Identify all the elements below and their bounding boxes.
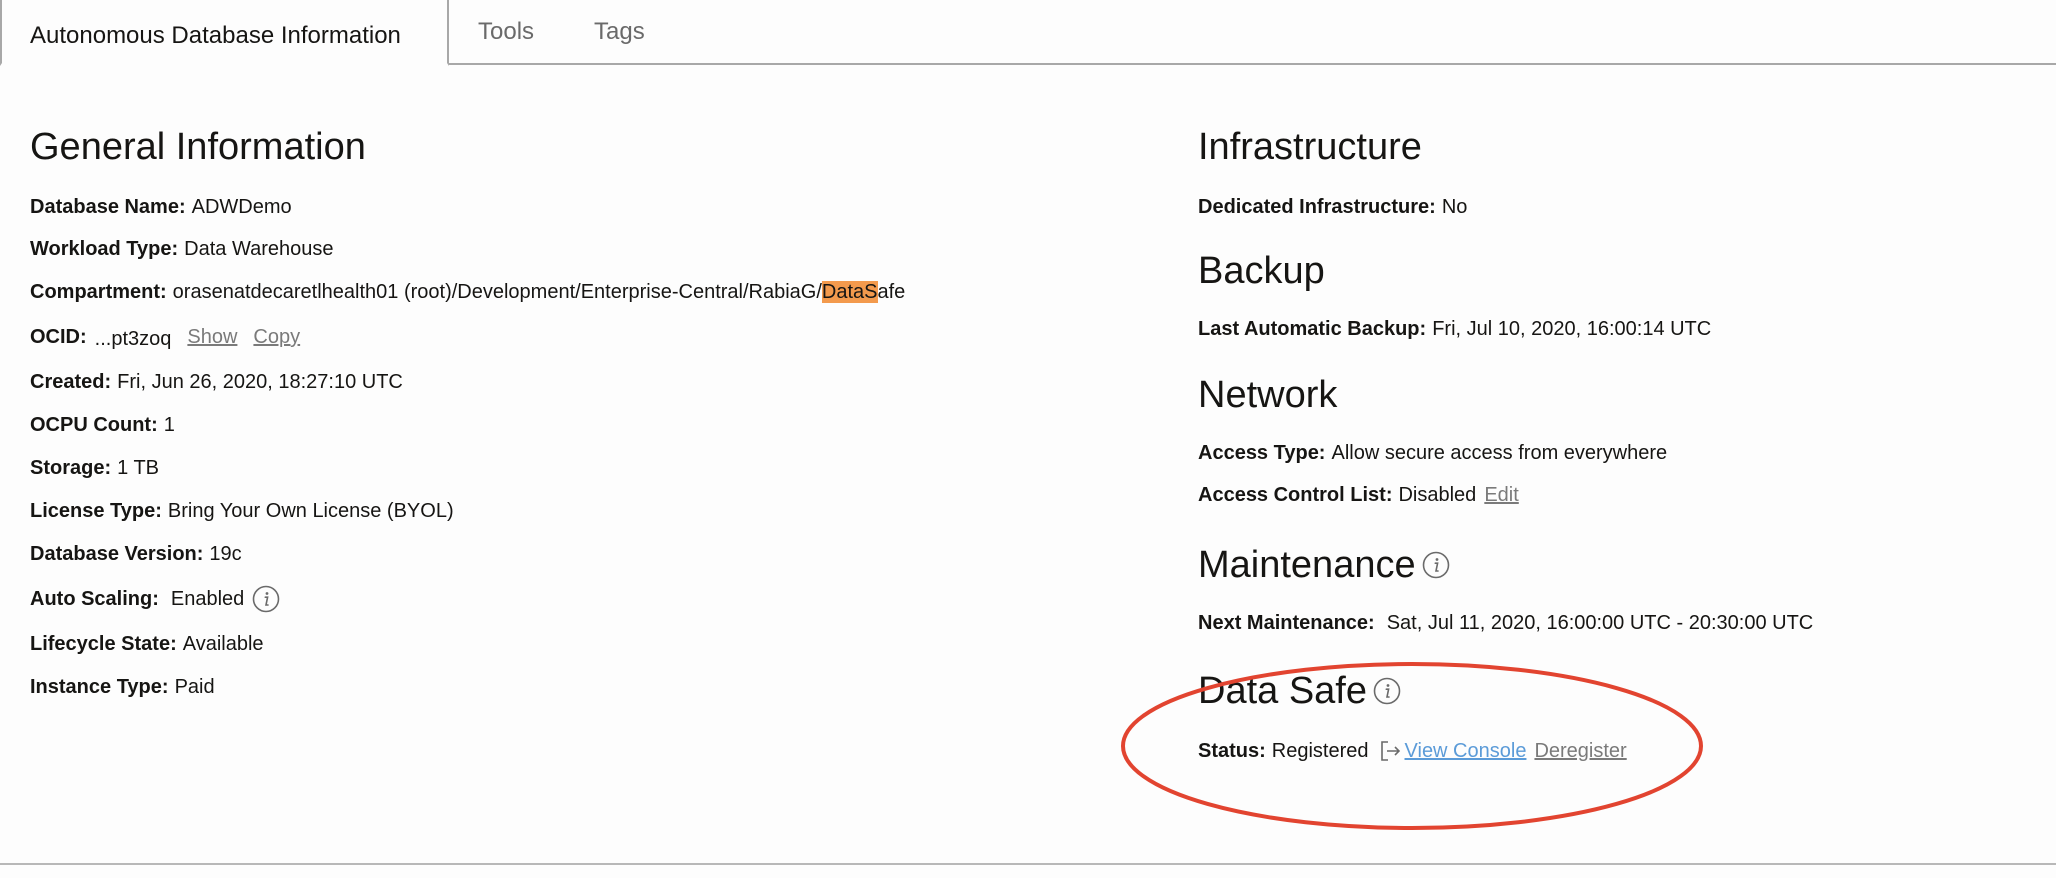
created-row: Created: Fri, Jun 26, 2020, 18:27:10 UTC — [30, 360, 1130, 404]
general-information-section: General Information Database Name: ADWDe… — [30, 120, 1130, 708]
database-version-row: Database Version: 19c — [30, 532, 1130, 576]
next-maintenance-row: Next Maintenance: Sat, Jul 11, 2020, 16:… — [1198, 602, 2018, 644]
annotation-ellipse — [1121, 662, 1703, 830]
database-version-value: 19c — [209, 543, 242, 565]
lifecycle-state-value: Available — [182, 633, 264, 655]
maintenance-title: Maintenance — [1198, 544, 1416, 586]
network-heading: Network — [1198, 374, 1338, 416]
infrastructure-heading: Infrastructure — [1198, 126, 1422, 168]
ocid-row: OCID: ...pt3zoq Show Copy — [30, 314, 1130, 360]
compartment-path: orasenatdecaretlhealth01 (root)/Developm… — [172, 281, 822, 303]
created-value: Fri, Jun 26, 2020, 18:27:10 UTC — [117, 371, 403, 393]
license-type-row: License Type: Bring Your Own License (BY… — [30, 490, 1130, 532]
compartment-row: Compartment: orasenatdecaretlhealth01 (r… — [30, 270, 1130, 314]
lifecycle-state-row: Lifecycle State: Available — [30, 622, 1130, 666]
auto-scaling-label: Auto Scaling: — [30, 588, 159, 610]
created-label: Created: — [30, 371, 112, 393]
info-icon[interactable] — [1422, 551, 1450, 579]
storage-row: Storage: 1 TB — [30, 446, 1130, 490]
last-automatic-backup-value: Fri, Jul 10, 2020, 16:00:14 UTC — [1432, 318, 1712, 340]
auto-scaling-value: Enabled — [170, 588, 245, 610]
maintenance-heading: Maintenance — [1198, 538, 2018, 592]
search-highlight: DataS — [821, 281, 878, 303]
divider — [0, 863, 2056, 865]
access-control-list-label: Access Control List: — [1198, 484, 1393, 506]
tab-autonomous-database-information[interactable]: Autonomous Database Information — [0, 0, 449, 66]
workload-type-value: Data Warehouse — [184, 238, 334, 260]
ocpu-count-row: OCPU Count: 1 — [30, 404, 1130, 446]
next-maintenance-value: Sat, Jul 11, 2020, 16:00:00 UTC - 20:30:… — [1386, 612, 1814, 634]
dedicated-infrastructure-value: No — [1441, 196, 1468, 218]
compartment-value: orasenatdecaretlhealth01 (root)/Developm… — [172, 279, 906, 305]
access-type-value: Allow secure access from everywhere — [1331, 442, 1668, 464]
access-control-list-edit-link[interactable]: Edit — [1484, 482, 1518, 508]
access-type-label: Access Type: — [1198, 442, 1326, 464]
database-name-label: Database Name: — [30, 196, 186, 218]
last-automatic-backup-row: Last Automatic Backup: Fri, Jul 10, 2020… — [1198, 308, 2018, 350]
ocpu-count-value: 1 — [163, 414, 175, 436]
info-icon[interactable] — [252, 585, 280, 613]
tab-tools[interactable]: Tools — [478, 0, 534, 65]
database-name-row: Database Name: ADWDemo — [30, 186, 1130, 228]
access-control-list-row: Access Control List: Disabled Edit — [1198, 474, 2018, 516]
access-control-list-value: Disabled — [1398, 484, 1477, 506]
database-version-label: Database Version: — [30, 543, 204, 565]
license-type-label: License Type: — [30, 500, 162, 522]
instance-type-value: Paid — [174, 676, 215, 698]
dedicated-infrastructure-row: Dedicated Infrastructure: No — [1198, 186, 2018, 228]
ocid-copy-link[interactable]: Copy — [253, 324, 300, 350]
workload-type-label: Workload Type: — [30, 238, 179, 260]
ocid-label: OCID: — [30, 326, 87, 348]
tab-tags[interactable]: Tags — [594, 0, 645, 65]
database-name-value: ADWDemo — [191, 196, 292, 218]
storage-label: Storage: — [30, 457, 112, 479]
instance-type-row: Instance Type: Paid — [30, 666, 1130, 708]
backup-heading: Backup — [1198, 250, 1325, 292]
ocid-show-link[interactable]: Show — [187, 324, 237, 350]
ocid-value: ...pt3zoq — [94, 328, 172, 350]
auto-scaling-row: Auto Scaling: Enabled — [30, 576, 1130, 622]
compartment-path-end: afe — [877, 281, 906, 303]
dedicated-infrastructure-label: Dedicated Infrastructure: — [1198, 196, 1436, 218]
instance-type-label: Instance Type: — [30, 676, 169, 698]
access-type-row: Access Type: Allow secure access from ev… — [1198, 432, 2018, 474]
license-type-value: Bring Your Own License (BYOL) — [167, 500, 454, 522]
compartment-label: Compartment: — [30, 281, 167, 303]
storage-value: 1 TB — [117, 457, 159, 479]
last-automatic-backup-label: Last Automatic Backup: — [1198, 318, 1427, 340]
general-information-heading: General Information — [30, 126, 366, 168]
next-maintenance-label: Next Maintenance: — [1198, 612, 1375, 634]
ocpu-count-label: OCPU Count: — [30, 414, 158, 436]
tab-bar: Autonomous Database Information Tools Ta… — [0, 0, 2056, 66]
workload-type-row: Workload Type: Data Warehouse — [30, 228, 1130, 270]
lifecycle-state-label: Lifecycle State: — [30, 633, 177, 655]
